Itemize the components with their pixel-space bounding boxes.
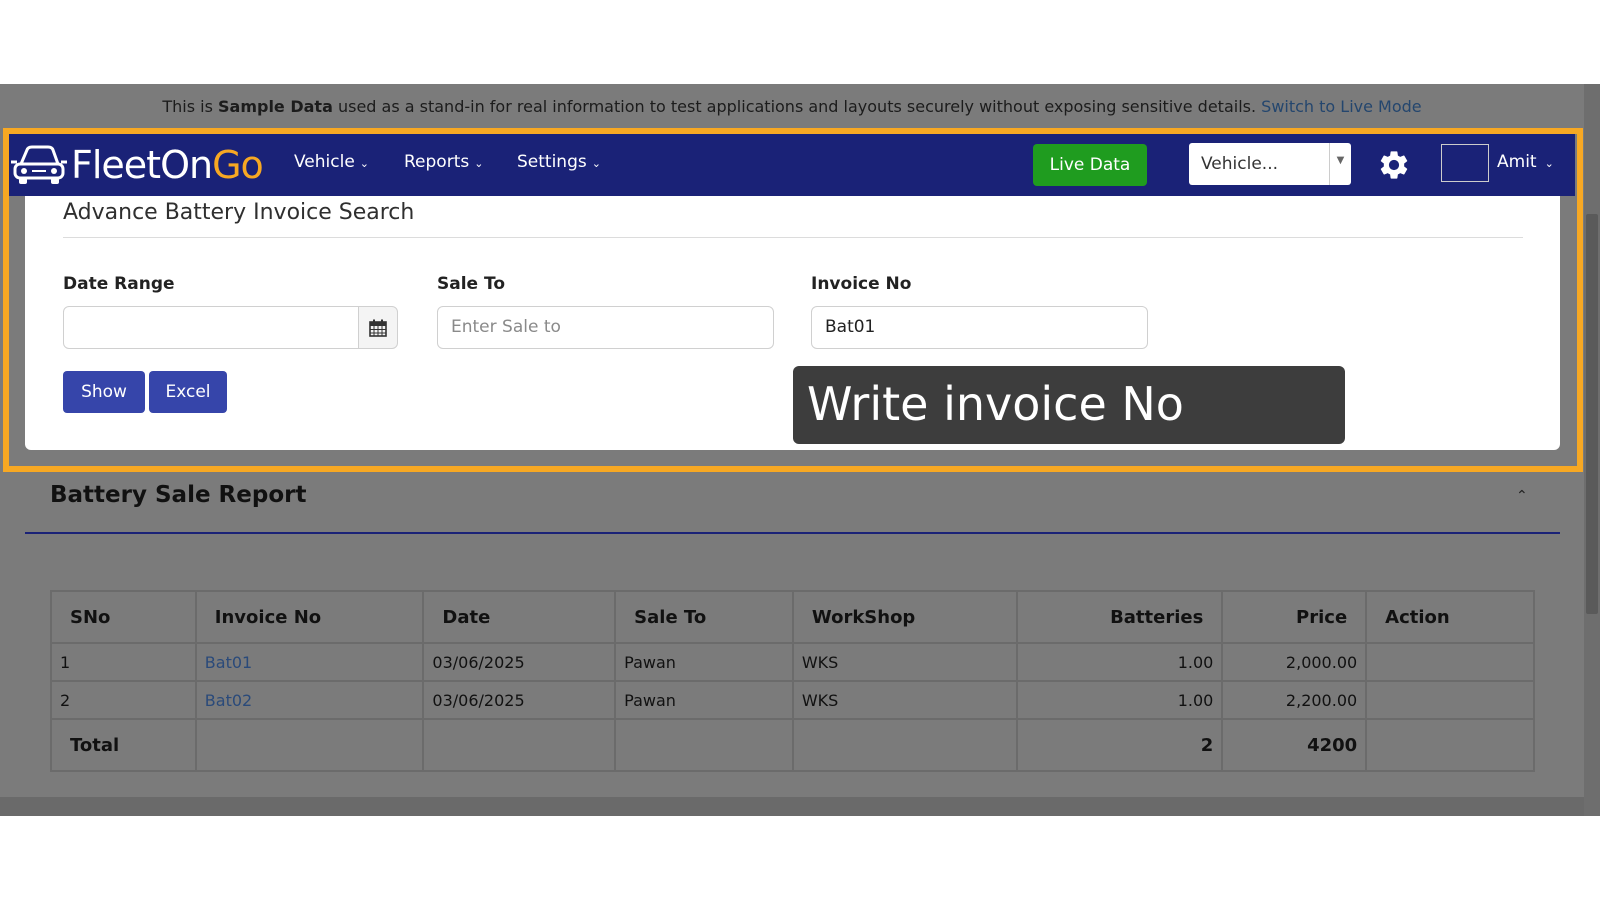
table-row: 1 Bat01 03/06/2025 Pawan WKS 1.00 2,000.… [50, 642, 1535, 682]
invoice-link[interactable]: Bat02 [205, 691, 252, 710]
report-title: Battery Sale Report [50, 482, 307, 508]
total-price-cell: 4200 [1221, 718, 1368, 772]
action-cell [1365, 642, 1535, 682]
batteries-cell: 1.00 [1015, 680, 1224, 720]
empty-cell [422, 718, 617, 772]
instruction-tooltip: Write invoice No [793, 366, 1345, 444]
column-header: Date [422, 590, 617, 644]
column-header: WorkShop [791, 590, 1018, 644]
column-header: Invoice No [194, 590, 425, 644]
column-header: Price [1221, 590, 1368, 644]
column-header: Batteries [1015, 590, 1224, 644]
empty-cell [614, 718, 794, 772]
price-cell: 2,000.00 [1221, 642, 1368, 682]
total-batteries-cell: 2 [1015, 718, 1224, 772]
table-header-row: SNo Invoice No Date Sale To WorkShop Bat… [50, 590, 1535, 644]
page-scrollbar[interactable] [1584, 84, 1600, 816]
empty-cell [791, 718, 1018, 772]
chevron-up-icon[interactable]: ⌃ [1516, 488, 1528, 504]
price-cell: 2,200.00 [1221, 680, 1368, 720]
switch-live-mode-link[interactable]: Switch to Live Mode [1261, 97, 1421, 116]
empty-cell [194, 718, 425, 772]
empty-cell [1365, 718, 1535, 772]
invoice-cell: Bat02 [194, 680, 425, 720]
banner-message: used as a stand-in for real information … [332, 97, 1262, 116]
banner-prefix: This is [162, 97, 218, 116]
banner-bold: Sample Data [218, 97, 333, 116]
sample-data-banner: This is Sample Data used as a stand-in f… [0, 84, 1584, 130]
footer-strip [0, 797, 1584, 816]
scrollbar-thumb[interactable] [1586, 214, 1598, 614]
workshop-cell: WKS [791, 642, 1018, 682]
sale-to-cell: Pawan [614, 642, 794, 682]
column-header: Action [1365, 590, 1535, 644]
workshop-cell: WKS [791, 680, 1018, 720]
date-cell: 03/06/2025 [422, 642, 617, 682]
total-label-cell: Total [50, 718, 197, 772]
sno-cell: 2 [50, 680, 197, 720]
action-cell [1365, 680, 1535, 720]
battery-sale-table: SNo Invoice No Date Sale To WorkShop Bat… [50, 590, 1535, 772]
invoice-cell: Bat01 [194, 642, 425, 682]
sno-cell: 1 [50, 642, 197, 682]
column-header: SNo [50, 590, 197, 644]
total-row: Total 2 4200 [50, 718, 1535, 772]
table-row: 2 Bat02 03/06/2025 Pawan WKS 1.00 2,200.… [50, 680, 1535, 720]
invoice-link[interactable]: Bat01 [205, 653, 252, 672]
sale-to-cell: Pawan [614, 680, 794, 720]
date-cell: 03/06/2025 [422, 680, 617, 720]
column-header: Sale To [614, 590, 794, 644]
report-title-underline [25, 532, 1560, 534]
batteries-cell: 1.00 [1015, 642, 1224, 682]
